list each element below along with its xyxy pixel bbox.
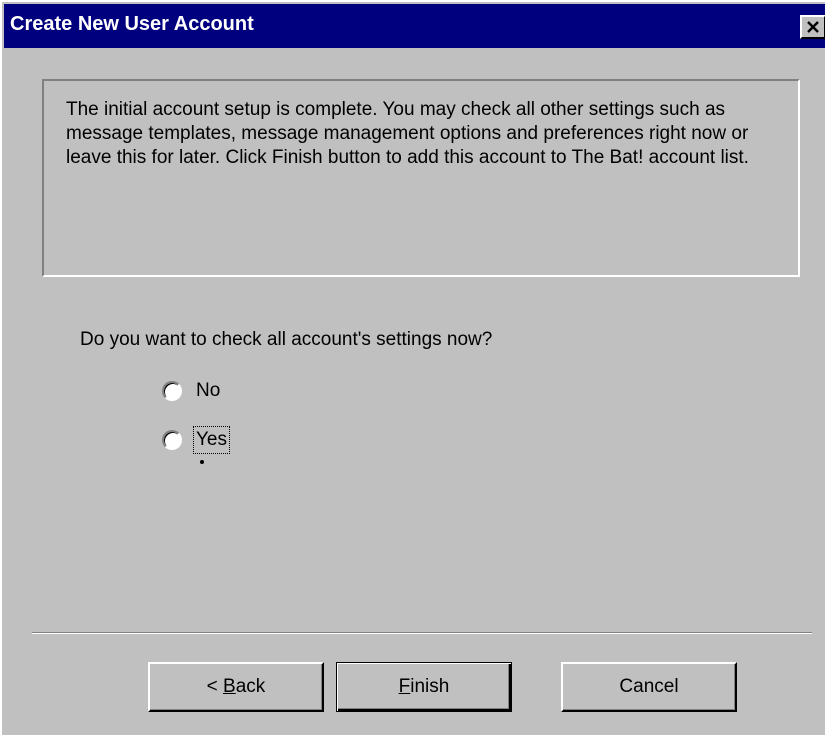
radio-option-no[interactable]: No <box>162 377 222 405</box>
window-title: Create New User Account <box>10 13 254 35</box>
finish-mnemonic: F <box>398 676 411 697</box>
close-button[interactable] <box>800 15 825 39</box>
info-panel: The initial account setup is complete. Y… <box>42 79 800 277</box>
cancel-label: Cancel <box>619 676 679 697</box>
finish-rest: inish <box>410 676 450 697</box>
title-bar[interactable]: Create New User Account <box>4 4 825 48</box>
info-text: The initial account setup is complete. Y… <box>66 99 749 168</box>
back-button[interactable]: < Back <box>148 662 324 712</box>
radio-no-circle[interactable] <box>162 381 182 401</box>
question-label: Do you want to check all account's setti… <box>80 329 493 350</box>
separator-line <box>32 632 812 634</box>
focus-dot <box>200 460 204 464</box>
finish-button[interactable]: Finish <box>336 662 512 712</box>
dialog-window: Create New User Account The initial acco… <box>0 0 825 735</box>
radio-option-yes[interactable]: Yes <box>162 426 230 454</box>
back-prefix: < <box>206 676 224 697</box>
radio-yes-label[interactable]: Yes <box>193 426 230 454</box>
back-rest: ack <box>235 676 266 697</box>
cancel-button[interactable]: Cancel <box>561 662 737 712</box>
close-icon <box>807 21 819 33</box>
back-mnemonic: B <box>223 676 236 697</box>
radio-no-label[interactable]: No <box>194 378 222 404</box>
radio-yes-circle[interactable] <box>162 430 182 450</box>
